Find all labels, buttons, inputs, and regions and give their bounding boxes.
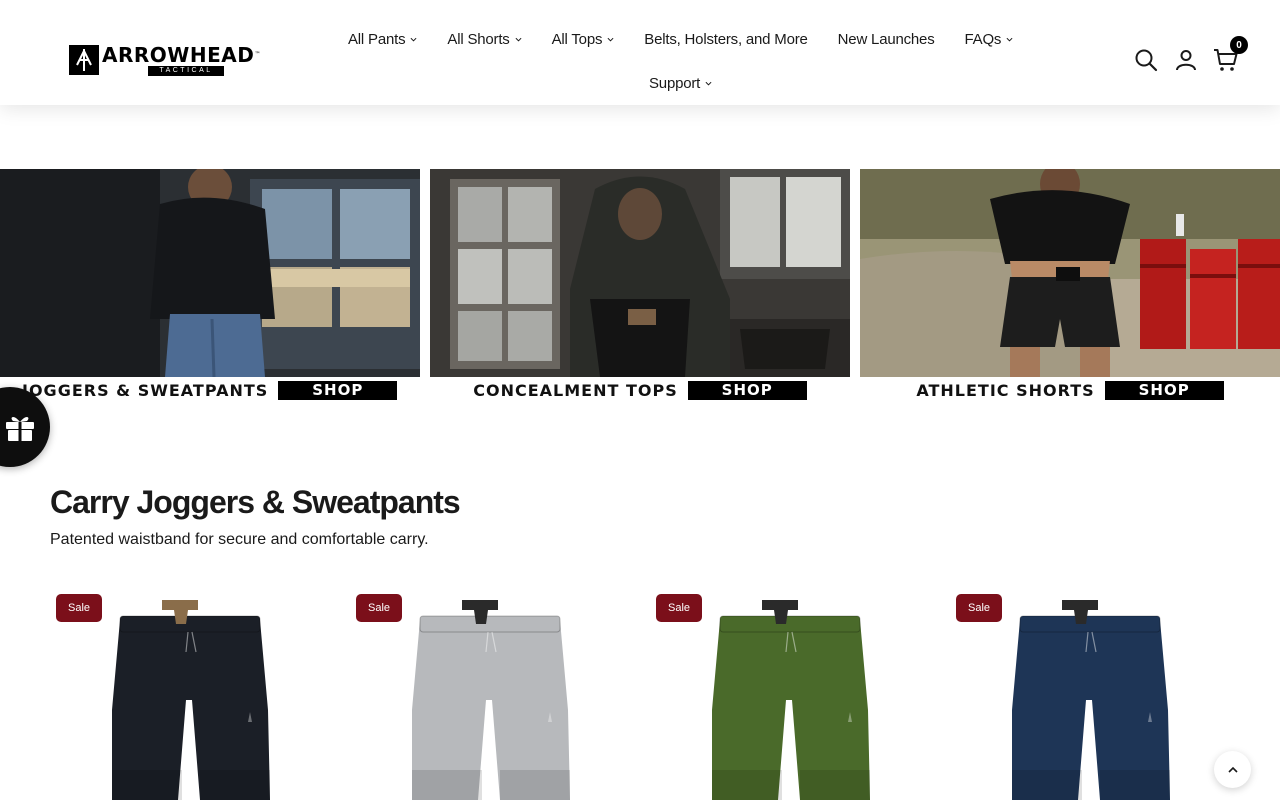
- banner-concealment-tops[interactable]: CONCEALMENT TOPS SHOP NOW: [430, 169, 850, 418]
- product-card[interactable]: Sale: [950, 590, 1230, 800]
- chevron-down-icon: [515, 37, 522, 42]
- nav-item-all-pants[interactable]: All Pants: [340, 31, 425, 48]
- section-subtitle: Patented waistband for secure and comfor…: [50, 531, 429, 548]
- shop-now-button[interactable]: SHOP NOW: [1104, 381, 1224, 418]
- arrowhead-logo-icon: [69, 45, 99, 75]
- nav-item-label: All Shorts: [447, 30, 510, 48]
- nav-item-label: Belts, Holsters, and More: [644, 30, 808, 48]
- main-nav: All Pants All Shorts All Tops Belts, Holste…: [340, 22, 1040, 100]
- sale-badge: Sale: [956, 594, 1003, 622]
- chevron-down-icon: [705, 81, 712, 86]
- user-icon: [1176, 50, 1196, 71]
- nav-item-new-launches[interactable]: New Launches: [830, 31, 943, 48]
- search-icon: [1135, 49, 1158, 72]
- shop-now-button[interactable]: SHOP NOW: [278, 381, 398, 418]
- cart-button[interactable]: 0: [1212, 36, 1248, 74]
- banner-caption: CONCEALMENT TOPS: [473, 381, 678, 400]
- nav-item-all-tops[interactable]: All Tops: [544, 31, 623, 48]
- chevron-down-icon: [1006, 37, 1013, 42]
- sale-badge: Sale: [656, 594, 703, 622]
- product-card[interactable]: Sale: [650, 590, 930, 800]
- product-card[interactable]: Sale: [50, 590, 330, 800]
- brand-name: ARROWHEAD: [102, 42, 255, 67]
- banner-image-tops: [430, 169, 850, 377]
- brand-logo[interactable]: ARROWHEAD™ TACTICAL: [69, 44, 261, 76]
- banner-caption: ATHLETIC SHORTS: [916, 381, 1095, 400]
- banner-caption: JOGGERS & SWEATPANTS: [22, 381, 269, 400]
- site-header: ARROWHEAD™ TACTICAL All Pants All Shorts A…: [0, 0, 1280, 105]
- nav-item-faqs[interactable]: FAQs: [957, 31, 1022, 48]
- gift-icon: [6, 416, 34, 441]
- shop-now-button[interactable]: SHOP NOW: [687, 381, 807, 418]
- banner-athletic-shorts[interactable]: ATHLETIC SHORTS SHOP NOW: [860, 169, 1280, 418]
- account-button[interactable]: [1172, 46, 1200, 74]
- back-to-top-button[interactable]: [1214, 751, 1251, 788]
- nav-item-support[interactable]: Support: [641, 75, 720, 92]
- header-actions: 0: [1120, 36, 1248, 74]
- nav-item-label: FAQs: [964, 30, 1002, 48]
- banner-joggers[interactable]: JOGGERS & SWEATPANTS SHOP NOW: [0, 169, 420, 418]
- banner-image-joggers: [0, 169, 420, 377]
- product-grid: Sale Sale Sale Sale: [50, 590, 1230, 800]
- trademark: ™: [254, 50, 261, 58]
- product-card[interactable]: Sale: [350, 590, 630, 800]
- banner-image-shorts: [860, 169, 1280, 377]
- sale-badge: Sale: [356, 594, 403, 622]
- section-title: Carry Joggers & Sweatpants: [50, 484, 461, 520]
- sale-badge: Sale: [56, 594, 103, 622]
- nav-item-belts-holsters-and-more[interactable]: Belts, Holsters, and More: [636, 31, 815, 48]
- nav-item-label: Support: [649, 74, 701, 92]
- brand-tagline: TACTICAL: [148, 65, 224, 76]
- chevron-up-icon: [1227, 766, 1238, 773]
- nav-item-all-shorts[interactable]: All Shorts: [439, 31, 529, 48]
- nav-item-label: All Tops: [551, 30, 603, 48]
- search-button[interactable]: [1132, 46, 1160, 74]
- chevron-down-icon: [607, 37, 614, 42]
- chevron-down-icon: [410, 37, 417, 42]
- cart-count-badge: 0: [1230, 36, 1248, 54]
- nav-item-label: All Pants: [348, 30, 406, 48]
- category-banners: JOGGERS & SWEATPANTS SHOP NOW CONCEALMEN…: [0, 169, 1280, 418]
- nav-item-label: New Launches: [837, 30, 935, 48]
